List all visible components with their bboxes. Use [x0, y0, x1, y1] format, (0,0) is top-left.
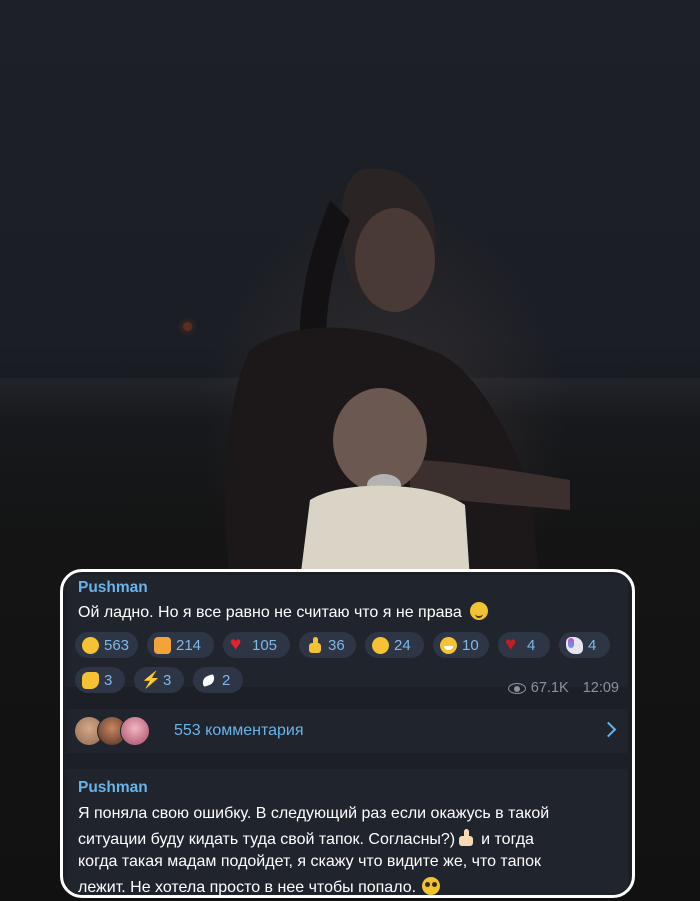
- reaction-chip[interactable]: 24: [365, 632, 424, 658]
- avatar: [120, 716, 150, 746]
- rolling-laughing-icon: [82, 636, 99, 654]
- reaction-count: 2: [222, 671, 231, 689]
- reaction-chip[interactable]: 3: [134, 667, 184, 693]
- reply-text-line: ситуации буду кидать туда свой тапок. Со…: [78, 829, 534, 849]
- post-text-content: Ой ладно. Но я все равно не считаю что я…: [78, 604, 462, 621]
- highlight-frame: Pushman Ой ладно. Но я все равно не счит…: [60, 569, 635, 898]
- post-text: Ой ладно. Но я все равно не считаю что я…: [78, 602, 488, 622]
- reaction-count: 10: [462, 636, 479, 654]
- reaction-count: 563: [104, 636, 130, 654]
- reply-text-line: Я поняла свою ошибку. В следующий раз ес…: [78, 805, 550, 822]
- red-heart-icon: [230, 634, 247, 656]
- moon: [183, 322, 192, 331]
- reaction-chip[interactable]: 10: [433, 632, 489, 658]
- reply-author[interactable]: Pushman: [78, 779, 148, 797]
- comments-button[interactable]: 553 комментария: [67, 709, 628, 753]
- thinking-face-icon: [372, 636, 389, 654]
- view-count: 67.1K: [530, 680, 569, 696]
- photo-subjects: [225, 168, 570, 580]
- reaction-chip[interactable]: 3: [75, 667, 125, 693]
- chevron-right-icon: [600, 721, 617, 738]
- upside-down-face-icon: [469, 602, 488, 620]
- reaction-count: 36: [328, 636, 345, 654]
- reaction-count: 4: [527, 636, 536, 654]
- channel-post: Pushman Ой ладно. Но я все равно не счит…: [67, 575, 628, 696]
- reply-text-fragment: лежит. Не хотела просто в нее чтобы попа…: [78, 879, 417, 896]
- reply-text-line: лежит. Не хотела просто в нее чтобы попа…: [78, 877, 441, 896]
- post-author[interactable]: Pushman: [78, 579, 148, 597]
- grinning-face-icon: [440, 636, 457, 654]
- reaction-chip[interactable]: 4: [498, 632, 550, 658]
- reaction-count: 4: [588, 636, 597, 654]
- reply-text-fragment: и тогда: [481, 831, 534, 848]
- exploding-head-icon: [154, 636, 171, 654]
- unicorn-icon: [566, 636, 583, 654]
- thumbs-up-icon: [457, 829, 475, 847]
- eye-icon: [507, 682, 526, 694]
- reaction-count: 3: [163, 671, 172, 689]
- reaction-chip[interactable]: 36: [299, 632, 356, 658]
- reply-text-line: когда такая мадам подойдет, я скажу что …: [78, 853, 542, 870]
- post-time: 12:09: [582, 680, 619, 696]
- reaction-chip[interactable]: 105: [223, 632, 290, 658]
- broken-heart-icon: [505, 634, 522, 656]
- comments-count-label: 553 комментария: [174, 722, 304, 739]
- lightning-icon: [141, 670, 161, 690]
- reply-post: Pushman Я поняла свою ошибку. В следующи…: [67, 769, 628, 896]
- pleading-face-icon: [422, 877, 441, 895]
- reaction-chip[interactable]: 214: [147, 632, 214, 658]
- reaction-chip[interactable]: 4: [559, 632, 610, 658]
- post-meta: 67.1K 12:09: [507, 680, 619, 696]
- commenter-avatars: [74, 716, 160, 746]
- reply-text-fragment: ситуации буду кидать туда свой тапок. Со…: [78, 831, 456, 848]
- clapping-hands-icon: [82, 671, 99, 689]
- reaction-count: 24: [394, 636, 411, 654]
- thumbs-up-icon: [306, 636, 323, 654]
- reaction-count: 3: [104, 671, 113, 689]
- reaction-chip[interactable]: 2: [193, 667, 243, 693]
- dove-icon: [200, 672, 217, 689]
- reaction-chip[interactable]: 563: [75, 632, 138, 658]
- reaction-count: 214: [176, 636, 202, 654]
- reaction-count: 105: [252, 636, 278, 654]
